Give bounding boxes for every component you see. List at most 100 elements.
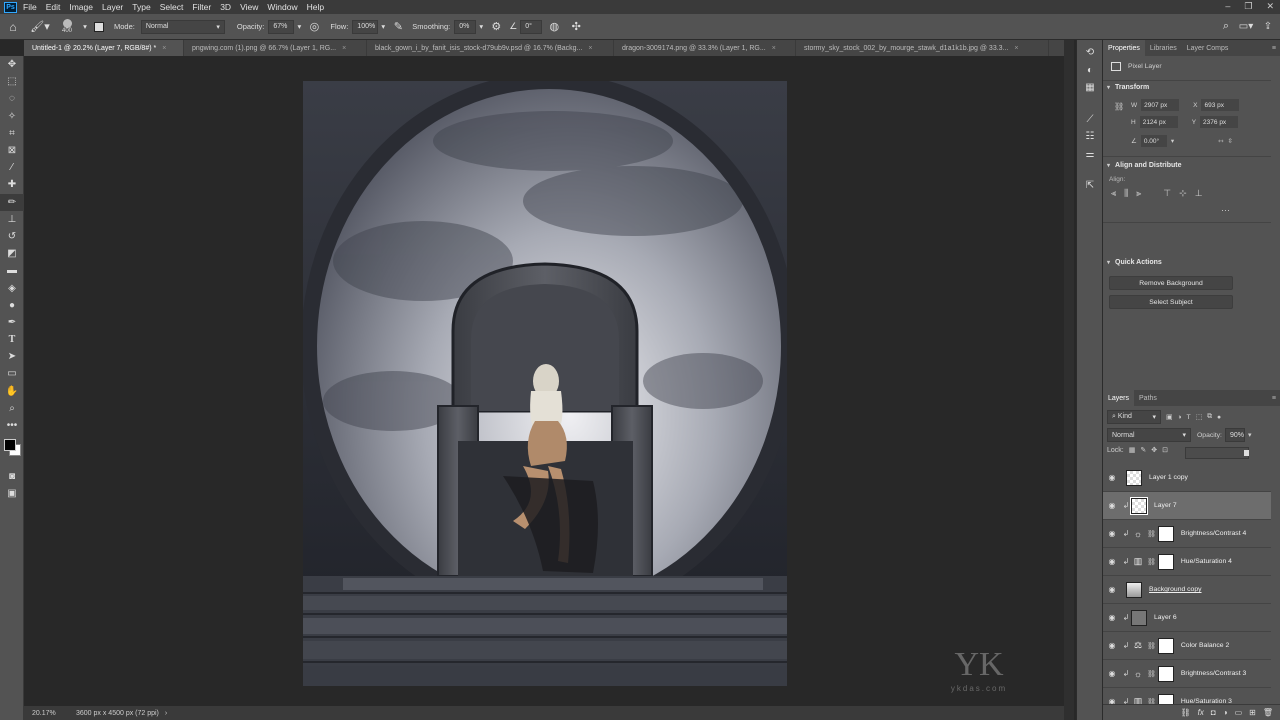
brush-tool-icon[interactable]: ✏ <box>0 193 24 211</box>
eraser-tool-icon[interactable]: ◩ <box>0 245 24 262</box>
brush-preset-picker[interactable]: 400 <box>54 18 80 35</box>
opacity-input[interactable]: 67% <box>268 19 295 34</box>
quick-select-tool-icon[interactable]: ✧ <box>0 108 24 125</box>
pen-tool-icon[interactable]: ✒ <box>0 314 24 331</box>
swatches-icon[interactable]: ▦ <box>1077 79 1103 97</box>
align-right-icon[interactable]: ⫸ <box>1136 188 1141 199</box>
angle-input[interactable]: 0.00° <box>1140 135 1167 147</box>
y-input[interactable]: 2376 px <box>1200 116 1239 128</box>
fx-icon[interactable]: fx <box>1198 708 1204 717</box>
new-layer-icon[interactable]: ⊞ <box>1249 708 1256 717</box>
brush-tool-icon[interactable]: 🖌︎▾ <box>26 20 54 33</box>
align-center-v-icon[interactable]: ⊹ <box>1179 188 1187 199</box>
share-icon[interactable]: ⇪ <box>1256 21 1280 32</box>
canvas-area[interactable]: YK ykdas.com <box>24 56 1064 706</box>
menu-edit[interactable]: Edit <box>46 2 61 12</box>
document-canvas[interactable] <box>303 81 787 686</box>
lock-position-icon[interactable]: ✥ <box>1151 446 1157 454</box>
tab-layers[interactable]: Layers <box>1103 390 1135 406</box>
menu-help[interactable]: Help <box>307 2 324 12</box>
layer-row[interactable]: ◉ ↲ Layer 6 <box>1103 604 1271 632</box>
close-icon[interactable]: × <box>342 45 346 52</box>
symmetry-icon[interactable]: ✣ <box>566 20 586 33</box>
filter-toggle-icon[interactable]: ● <box>1217 414 1221 421</box>
path-select-tool-icon[interactable]: ➤ <box>0 348 24 365</box>
tab-stormy-sky[interactable]: stormy_sky_stock_002_by_mourge_stawk_d1a… <box>796 40 1049 56</box>
new-adjustment-icon[interactable]: ◑ <box>1223 708 1228 717</box>
menu-view[interactable]: View <box>240 2 258 12</box>
close-icon[interactable]: ✕ <box>1266 1 1274 12</box>
link-layers-icon[interactable]: ⛓ <box>1181 708 1191 717</box>
close-icon[interactable]: × <box>1014 45 1018 52</box>
flow-input[interactable]: 100% <box>352 19 379 34</box>
foreground-color-swatch[interactable] <box>4 439 16 452</box>
filter-smart-object-icon[interactable]: ⧉ <box>1207 413 1212 421</box>
height-input[interactable]: 2124 px <box>1139 116 1178 128</box>
gradient-tool-icon[interactable]: ▬ <box>0 262 24 279</box>
align-bottom-icon[interactable]: ⊥ <box>1195 188 1203 199</box>
tool-presets-icon[interactable]: ⇱ <box>1077 177 1103 195</box>
layer-row[interactable]: ◉ Layer 1 copy <box>1103 464 1271 492</box>
tab-pngwing[interactable]: pngwing.com (1).png @ 66.7% (Layer 1, RG… <box>184 40 367 56</box>
search-icon[interactable]: ⌕ <box>1216 20 1236 33</box>
zoom-level[interactable]: 20.17% <box>32 710 76 717</box>
select-subject-button[interactable]: Select Subject <box>1109 295 1233 309</box>
marquee-tool-icon[interactable]: ⬚ <box>0 73 24 90</box>
minimize-icon[interactable]: – <box>1225 1 1230 12</box>
screen-mode-icon[interactable]: ▣ <box>0 485 24 502</box>
menu-3d[interactable]: 3D <box>220 2 231 12</box>
mode-select[interactable]: Normal ▾ <box>140 19 225 34</box>
vertical-scrollbar[interactable] <box>1064 40 1074 720</box>
menu-layer[interactable]: Layer <box>102 2 123 12</box>
layer-row[interactable]: ◉ ↲ ⚖ ⛓ Color Balance 2 <box>1103 632 1271 660</box>
hand-tool-icon[interactable]: ✋ <box>0 383 24 400</box>
panel-menu-icon[interactable]: ≡ <box>1272 45 1276 52</box>
chevron-down-icon[interactable]: ▾ <box>80 22 90 31</box>
layer-row[interactable]: ◉ ↲ ☼ ⛓ Brightness/Contrast 4 <box>1103 520 1271 548</box>
align-top-icon[interactable]: ⊤ <box>1163 188 1171 199</box>
chevron-down-icon[interactable]: ▾ <box>294 22 304 31</box>
x-input[interactable]: 693 px <box>1201 99 1240 111</box>
move-tool-icon[interactable]: ✥ <box>0 56 24 73</box>
new-group-icon[interactable]: ▭ <box>1235 708 1243 717</box>
more-options-icon[interactable]: ··· <box>1221 205 1230 215</box>
lasso-tool-icon[interactable]: ◌ <box>0 90 24 107</box>
history-icon[interactable]: ⟲ <box>1077 44 1103 62</box>
chevron-down-icon[interactable]: ▾ <box>378 22 388 31</box>
tab-black-gown[interactable]: black_gown_i_by_fanit_isis_stock-d79ub9v… <box>367 40 614 56</box>
eye-icon[interactable]: ◉ <box>1103 473 1121 482</box>
close-icon[interactable]: × <box>772 45 776 52</box>
lock-artboard-icon[interactable]: ⊡ <box>1162 446 1168 454</box>
filter-adjustment-icon[interactable]: ◑ <box>1177 414 1181 421</box>
link-icon[interactable]: ⛓ <box>1147 642 1156 650</box>
flip-horizontal-icon[interactable]: ⇿ <box>1218 137 1223 145</box>
layer-row[interactable]: ◉ Background copy <box>1103 576 1271 604</box>
opacity-slider[interactable] <box>1185 447 1249 459</box>
eye-icon[interactable]: ◉ <box>1103 501 1121 510</box>
close-icon[interactable]: × <box>588 45 592 52</box>
styles-icon[interactable]: ⚌ <box>1077 146 1103 164</box>
align-center-h-icon[interactable]: ⫼ <box>1124 188 1128 199</box>
eye-icon[interactable]: ◉ <box>1103 557 1121 566</box>
tab-libraries[interactable]: Libraries <box>1145 40 1182 56</box>
adjustments-icon[interactable]: ☷ <box>1077 128 1103 146</box>
clone-stamp-tool-icon[interactable]: ⊥ <box>0 211 24 228</box>
history-brush-tool-icon[interactable]: ↺ <box>0 228 24 245</box>
home-icon[interactable]: ⌂ <box>0 20 26 34</box>
blend-mode-select[interactable]: Normal ▾ <box>1107 428 1191 442</box>
layer-row[interactable]: ◉ ↲ Layer 7 <box>1103 492 1271 520</box>
tab-layer-comps[interactable]: Layer Comps <box>1182 40 1234 56</box>
layer-row[interactable]: ◉ ↲ ☼ ⛓ Brightness/Contrast 3 <box>1103 660 1271 688</box>
blur-tool-icon[interactable]: ◈ <box>0 279 24 296</box>
menu-type[interactable]: Type <box>132 2 150 12</box>
add-mask-icon[interactable]: ◘ <box>1211 708 1216 717</box>
menu-select[interactable]: Select <box>160 2 184 12</box>
menu-window[interactable]: Window <box>267 2 297 12</box>
smoothing-input[interactable]: 0% <box>454 19 477 34</box>
menu-filter[interactable]: Filter <box>192 2 211 12</box>
shape-tool-icon[interactable]: ▭ <box>0 365 24 382</box>
panel-menu-icon[interactable]: ≡ <box>1272 395 1276 402</box>
filter-shape-icon[interactable]: ⬚ <box>1196 413 1202 421</box>
type-tool-icon[interactable]: T <box>0 331 24 348</box>
brush-settings-icon[interactable] <box>90 21 108 32</box>
